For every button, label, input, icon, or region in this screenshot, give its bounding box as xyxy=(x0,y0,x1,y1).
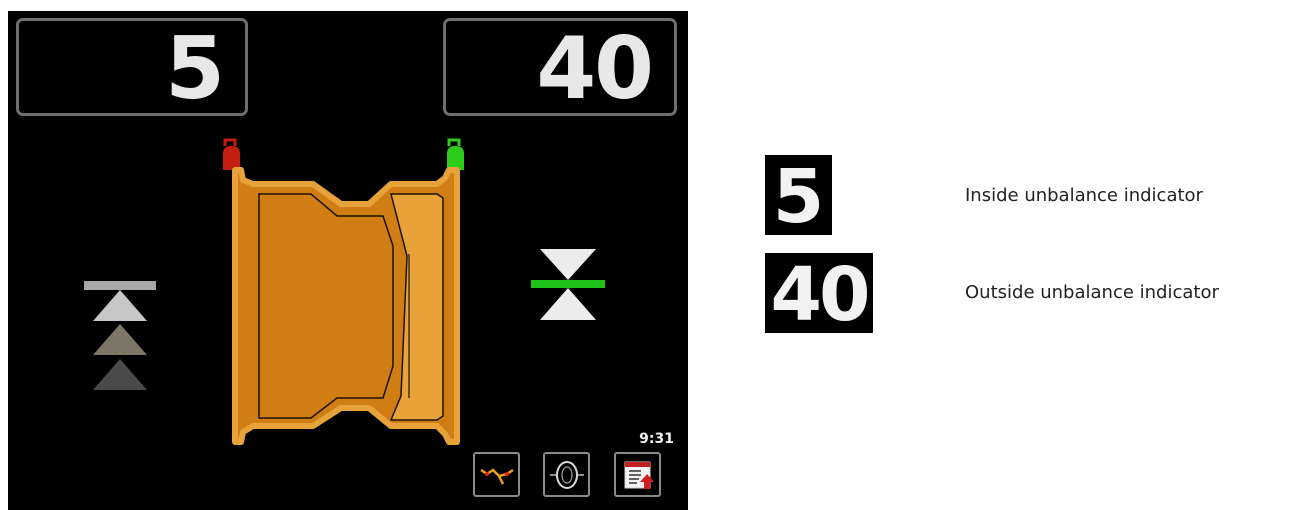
menu-upload-button[interactable] xyxy=(614,452,661,497)
outside-unbalance-display: 40 xyxy=(443,18,677,119)
wheel-rim-profile xyxy=(223,138,464,445)
outside-arrow-up xyxy=(540,288,596,320)
wheel-balance-icon xyxy=(550,461,584,489)
inside-unbalance-value: 5 xyxy=(165,19,225,119)
legend-inside-label: Inside unbalance indicator xyxy=(965,185,1203,206)
inside-arrow-3 xyxy=(93,359,147,390)
inside-arrow-1 xyxy=(93,290,147,321)
inside-position-indicator xyxy=(84,281,156,390)
inside-unbalance-display: 5 xyxy=(16,18,248,119)
outside-unbalance-value: 40 xyxy=(536,19,654,119)
rim-measure-button[interactable] xyxy=(473,452,520,497)
balancer-screen: 5 40 9:31 xyxy=(8,11,688,510)
clock: 9:31 xyxy=(639,431,674,447)
outside-arrow-down xyxy=(540,249,596,280)
legend-inside-badge: 5 xyxy=(765,155,832,239)
outside-weight-icon xyxy=(447,138,464,170)
inside-weight-icon xyxy=(223,138,240,170)
outside-position-indicator xyxy=(531,249,605,320)
wheel-balance-button[interactable] xyxy=(543,452,590,497)
menu-upload-icon xyxy=(624,461,654,489)
outside-position-bar xyxy=(531,280,605,288)
inside-arrow-2 xyxy=(93,324,147,355)
inside-position-bar xyxy=(84,281,156,290)
legend-outside-badge: 40 xyxy=(765,253,873,337)
rim-measure-icon xyxy=(480,468,514,485)
legend-outside-label: Outside unbalance indicator xyxy=(965,282,1219,303)
